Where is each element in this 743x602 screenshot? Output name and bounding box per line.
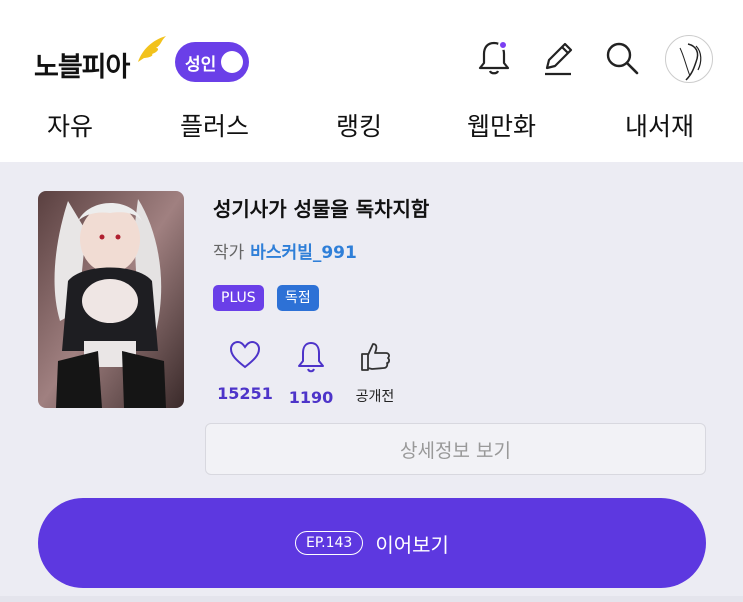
recommend-status: 공개전: [355, 389, 395, 405]
search-icon[interactable]: [602, 38, 642, 78]
divider: [0, 596, 743, 602]
subscribe-stat[interactable]: 1190: [281, 340, 341, 407]
recommend-stat[interactable]: 공개전: [345, 340, 405, 406]
adult-toggle[interactable]: 성인: [175, 42, 249, 82]
bell-icon[interactable]: [474, 38, 514, 78]
episode-pill: EP.143: [295, 531, 364, 555]
adult-label: 성인: [185, 54, 217, 75]
novelpia-logo[interactable]: 노블피아: [34, 36, 166, 84]
nav-plus[interactable]: 플러스: [180, 104, 249, 150]
continue-reading-button[interactable]: EP.143 이어보기: [38, 498, 706, 588]
author-link[interactable]: 바스커빌_991: [250, 243, 357, 263]
nav-library[interactable]: 내서재: [625, 104, 694, 150]
thumbs-up-icon: [361, 343, 390, 371]
author-row: 작가 바스커빌_991: [213, 238, 357, 263]
avatar[interactable]: [665, 35, 713, 83]
main-nav: 자유 플러스 랭킹 웹만화 내서재: [0, 104, 743, 150]
continue-label: 이어보기: [375, 532, 449, 557]
detail-info-button[interactable]: 상세정보 보기: [205, 423, 706, 475]
top-bar: 노블피아 성인 자유 플러스 랭킹 웹만화 내서재: [0, 0, 743, 162]
author-label: 작가: [213, 243, 245, 263]
plus-badge: PLUS: [213, 285, 264, 311]
heart-icon: [229, 340, 261, 369]
like-count: 15251: [217, 384, 273, 403]
novel-title: 성기사가 성물을 독차지함: [213, 197, 430, 221]
nav-webtoon[interactable]: 웹만화: [467, 104, 536, 150]
toggle-knob: [221, 51, 243, 73]
logo-text: 노블피아: [34, 52, 130, 83]
subscriber-count: 1190: [288, 388, 334, 407]
nav-ranking[interactable]: 랭킹: [336, 104, 382, 150]
notification-dot: [498, 40, 508, 50]
like-stat[interactable]: 15251: [215, 340, 275, 403]
pen-icon[interactable]: [538, 38, 578, 78]
nav-free[interactable]: 자유: [47, 104, 93, 150]
exclusive-badge: 독점: [277, 285, 319, 311]
wing-icon: [138, 36, 166, 62]
bell-outline-icon: [298, 342, 324, 373]
novel-cover-image[interactable]: [38, 191, 184, 408]
